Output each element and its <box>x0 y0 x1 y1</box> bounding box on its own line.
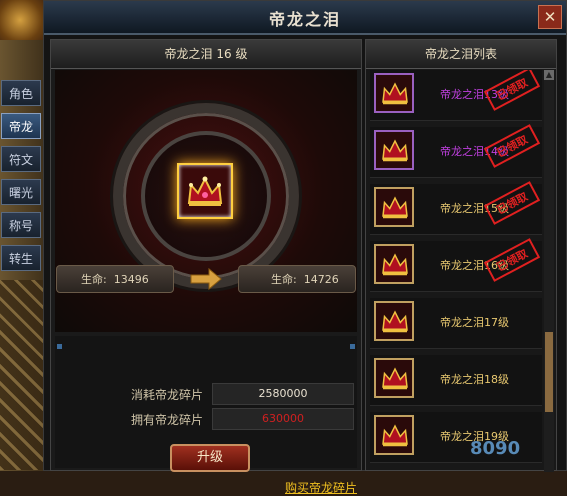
corner-dot <box>350 344 355 349</box>
item-showcase: 生命: 13496 生命: 14726 <box>55 70 357 332</box>
corner-dot <box>57 344 62 349</box>
upgrade-button[interactable]: 升级 <box>170 444 250 472</box>
level-list[interactable]: 帝龙之泪13级 已领取 帝龙之泪14级 已领取 帝龙之泪15级 已领取 帝龙之泪… <box>370 70 542 472</box>
list-item[interactable]: 帝龙之泪13级 已领取 <box>370 70 542 121</box>
owned-label: 拥有帝龙碎片 <box>130 413 203 427</box>
item-icon-slot[interactable] <box>374 358 414 398</box>
next-stat-label: 生命: <box>271 273 297 286</box>
current-stat-box: 生命: 13496 <box>56 265 174 293</box>
current-stat-label: 生命: <box>81 273 107 286</box>
scroll-up-button[interactable]: ▲ <box>544 70 554 80</box>
list-item[interactable]: 帝龙之泪16级 已领取 <box>370 238 542 292</box>
list-item[interactable]: 帝龙之泪14级 已领取 <box>370 124 542 178</box>
owned-row: 拥有帝龙碎片 630000 <box>105 408 354 430</box>
tab-rune[interactable]: 符文 <box>1 146 41 172</box>
level-list-header: 帝龙之泪列表 <box>366 40 556 69</box>
buy-fragments-link[interactable]: 购买帝龙碎片 <box>285 479 357 496</box>
item-icon-slot[interactable] <box>374 301 414 341</box>
tab-title[interactable]: 称号 <box>1 212 41 238</box>
claimed-stamp: 已领取 <box>483 181 541 225</box>
site-watermark: 8090 <box>470 438 521 459</box>
crown-icon <box>382 367 408 390</box>
cost-area: 消耗帝龙碎片 2580000 拥有帝龙碎片 630000 升级 购买帝龙碎片 <box>55 336 357 495</box>
crown-icon <box>382 139 408 162</box>
crown-icon <box>382 424 408 447</box>
window-title: 帝龙之泪 <box>268 10 341 29</box>
next-stat-value: 14726 <box>303 273 339 286</box>
item-icon-slot[interactable] <box>374 73 414 113</box>
upgrade-panel-header: 帝龙之泪 16 级 <box>51 40 361 69</box>
item-icon-slot[interactable] <box>374 187 414 227</box>
item-icon-slot[interactable] <box>374 415 414 455</box>
cost-row: 消耗帝龙碎片 2580000 <box>105 383 354 405</box>
arrow-right-icon <box>190 267 222 291</box>
next-stat-box: 生命: 14726 <box>238 265 356 293</box>
tab-rebirth[interactable]: 转生 <box>1 245 41 271</box>
crown-icon <box>382 196 408 219</box>
crown-icon <box>382 310 408 333</box>
cost-value: 2580000 <box>212 383 354 405</box>
item-name: 帝龙之泪17级 <box>440 316 509 329</box>
current-stat-value: 13496 <box>113 273 149 286</box>
list-item[interactable]: 帝龙之泪15级 已领取 <box>370 181 542 235</box>
tab-dawn[interactable]: 曙光 <box>1 179 41 205</box>
close-button[interactable]: ✕ <box>538 5 562 29</box>
owned-value: 630000 <box>212 408 354 430</box>
item-name: 帝龙之泪18级 <box>440 373 509 386</box>
current-item-slot[interactable] <box>177 163 233 219</box>
crown-icon <box>382 253 408 276</box>
claimed-stamp: 已领取 <box>483 70 541 111</box>
crown-icon <box>187 176 223 206</box>
claimed-stamp: 已领取 <box>483 238 541 282</box>
title-bar[interactable]: 帝龙之泪 ✕ <box>44 1 566 35</box>
tab-role[interactable]: 角色 <box>1 80 41 106</box>
item-icon-slot[interactable] <box>374 244 414 284</box>
cost-label: 消耗帝龙碎片 <box>130 388 203 402</box>
tab-dilong[interactable]: 帝龙 <box>1 113 41 139</box>
side-tabs: 角色 帝龙 符文 曙光 称号 转生 <box>1 80 43 278</box>
scroll-thumb[interactable] <box>545 332 553 412</box>
list-item[interactable]: 帝龙之泪17级 <box>370 298 542 349</box>
list-item[interactable]: 帝龙之泪18级 <box>370 355 542 406</box>
list-scrollbar[interactable]: ▲ <box>544 70 554 472</box>
claimed-stamp: 已领取 <box>483 124 541 168</box>
level-list-panel: 帝龙之泪列表 帝龙之泪13级 已领取 帝龙之泪14级 已领取 帝龙之泪15级 已… <box>365 39 557 472</box>
upgrade-panel: 帝龙之泪 16 级 生命: 13496 生命: 14726 消耗帝龙碎片 258… <box>50 39 362 495</box>
item-icon-slot[interactable] <box>374 130 414 170</box>
crown-icon <box>382 82 408 105</box>
